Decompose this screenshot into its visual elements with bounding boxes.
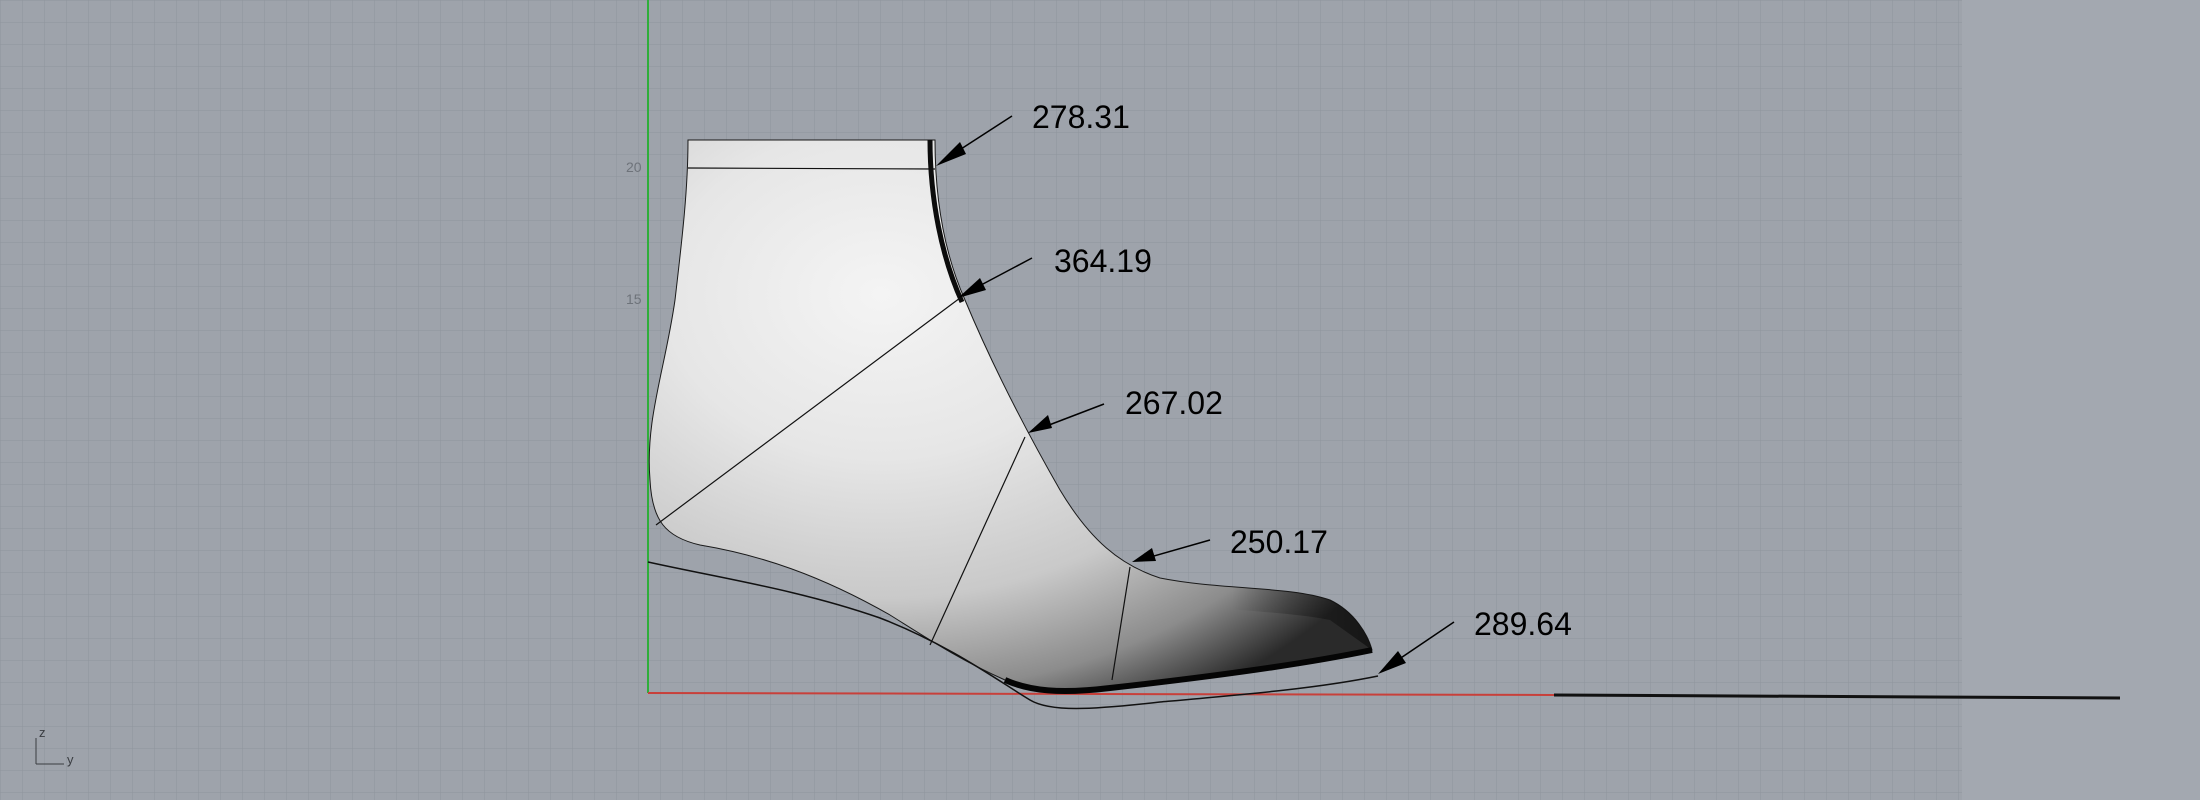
dimension-label-instep[interactable]: 267.02 [1125, 385, 1223, 421]
grid-tick-label-15: 15 [626, 291, 642, 307]
dimension-label-ball[interactable]: 250.17 [1230, 524, 1328, 560]
gizmo-y-label: y [67, 752, 74, 767]
dimension-label-top-opening[interactable]: 278.31 [1032, 99, 1130, 135]
dimension-label-sole-outline[interactable]: 289.64 [1474, 606, 1572, 642]
viewport-right-strip [1962, 0, 2200, 800]
viewport-canvas[interactable]: 20 15 278.31 364.19 267.02 250.17 289.64… [0, 0, 2200, 800]
gizmo-z-label: z [39, 725, 46, 740]
dimension-label-heel-diagonal[interactable]: 364.19 [1054, 243, 1152, 279]
grid-tick-label-20: 20 [626, 159, 642, 175]
perspective-viewport[interactable]: 20 15 278.31 364.19 267.02 250.17 289.64… [0, 0, 2200, 800]
